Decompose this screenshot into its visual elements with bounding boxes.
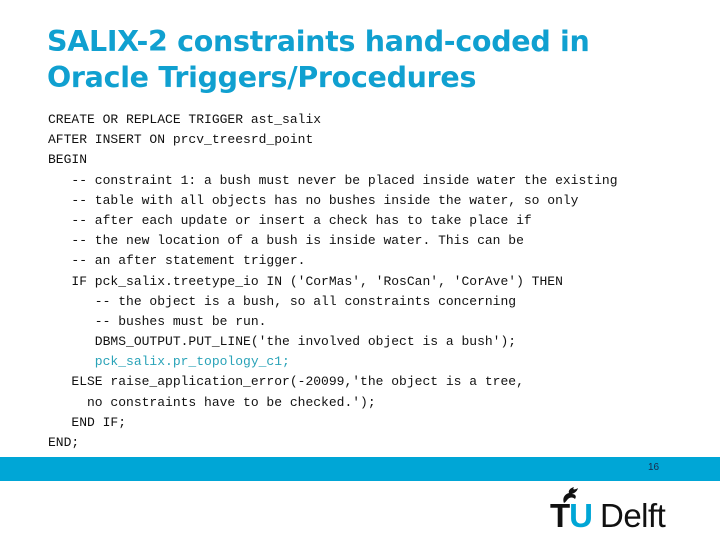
tudelft-logo: TU Delft xyxy=(550,484,680,534)
code-line: -- constraint 1: a bush must never be pl… xyxy=(48,172,618,188)
code-line: DBMS_OUTPUT.PUT_LINE('the involved objec… xyxy=(48,334,517,350)
code-line: pck_salix.pr_topology_c1; xyxy=(48,354,290,370)
code-line: -- the new location of a bush is inside … xyxy=(48,233,524,249)
code-line: IF pck_salix.treetype_io IN ('CorMas', '… xyxy=(48,273,563,289)
footer-band xyxy=(0,457,720,481)
code-line: AFTER INSERT ON prcv_treesrd_point xyxy=(48,132,314,148)
code-line: END IF; xyxy=(48,414,127,430)
code-block: CREATE OR REPLACE TRIGGER ast_salix AFTER… xyxy=(48,110,618,453)
logo-delft: Delft xyxy=(600,497,666,534)
slide-title-line-1: SALIX-2 constraints hand-coded in xyxy=(47,25,590,58)
code-line: BEGIN xyxy=(48,152,88,168)
slide-title-line-2: Oracle Triggers/Procedures xyxy=(47,61,477,94)
logo-tu: TU xyxy=(550,497,593,534)
page-number: 16 xyxy=(648,462,660,473)
code-line: CREATE OR REPLACE TRIGGER ast_salix xyxy=(48,112,322,127)
slide-title: SALIX-2 constraints hand-coded in Oracle… xyxy=(47,24,687,96)
code-line: -- after each update or insert a check h… xyxy=(48,212,532,228)
code-line: ELSE raise_application_error(-20099,'the… xyxy=(48,374,524,390)
code-line: no constraints have to be checked.'); xyxy=(48,394,376,410)
code-line: -- table with all objects has no bushes … xyxy=(48,192,579,208)
code-line: -- the object is a bush, so all constrai… xyxy=(48,293,517,309)
code-line: END; xyxy=(48,435,80,450)
code-line: -- bushes must be run. xyxy=(48,313,267,329)
code-line: -- an after statement trigger. xyxy=(48,253,306,269)
